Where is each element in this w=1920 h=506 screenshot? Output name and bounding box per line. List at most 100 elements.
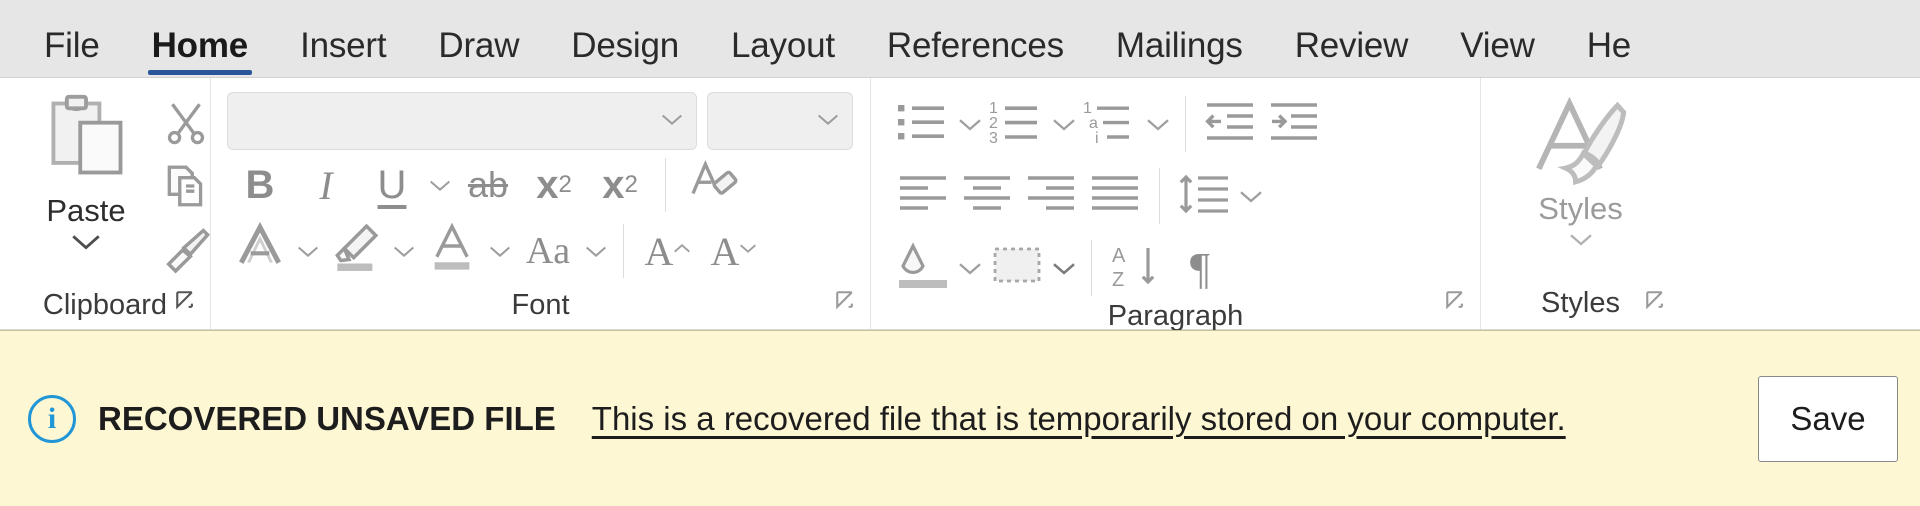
underline-button[interactable]: U <box>359 154 425 216</box>
clipboard-paste-icon <box>40 92 132 189</box>
dialog-launcher-icon[interactable] <box>1444 289 1470 315</box>
numbering-button[interactable]: 1 2 3 <box>985 92 1049 156</box>
dialog-launcher-icon[interactable] <box>174 289 200 315</box>
tab-file[interactable]: File <box>18 28 126 77</box>
tab-mailings[interactable]: Mailings <box>1090 28 1269 77</box>
bullet-list-icon <box>896 99 950 150</box>
font-group-label: Font <box>511 289 570 321</box>
highlighter-icon <box>328 218 384 284</box>
dialog-launcher-icon[interactable] <box>1644 289 1670 315</box>
styles-button[interactable]: Styles <box>1491 92 1670 254</box>
save-button[interactable]: Save <box>1758 375 1898 462</box>
pilcrow-icon: ¶ <box>1190 243 1210 293</box>
divider <box>1091 240 1092 296</box>
subscript-index: 2 <box>558 171 572 198</box>
text-highlight-color-button[interactable] <box>323 220 389 282</box>
justify-icon <box>1088 172 1142 221</box>
bullets-button[interactable] <box>891 92 955 156</box>
copy-button[interactable] <box>161 161 211 216</box>
tab-design[interactable]: Design <box>545 28 705 77</box>
subscript-button[interactable]: x2 <box>521 154 587 216</box>
grow-font-label: A <box>644 228 674 274</box>
chevron-down-icon[interactable] <box>425 168 455 202</box>
clear-formatting-button[interactable] <box>678 154 744 216</box>
chevron-down-icon[interactable] <box>581 234 611 268</box>
ribbon-tab-strip: File Home Insert Draw Design Layout Refe… <box>0 0 1920 78</box>
ribbon: Paste Clipboard B I U ab x 2 x 2 Aa A A … <box>0 78 1920 332</box>
tab-layout[interactable]: Layout <box>705 28 861 77</box>
svg-text:3: 3 <box>989 130 998 145</box>
shading-button[interactable] <box>891 236 955 300</box>
tab-review[interactable]: Review <box>1269 28 1435 77</box>
ribbon-group-styles: Styles Styles <box>1480 78 1680 329</box>
shrink-font-label: A <box>710 228 740 274</box>
strikethrough-button[interactable]: ab <box>455 154 521 216</box>
change-case-button[interactable]: Aa <box>515 220 581 282</box>
align-center-icon <box>960 172 1014 221</box>
chevron-down-icon[interactable] <box>485 234 515 268</box>
notification-title: RECOVERED UNSAVED FILE <box>98 399 556 437</box>
chevron-down-icon[interactable] <box>814 110 842 133</box>
sort-az-icon: A Z <box>1108 242 1164 295</box>
chevron-down-icon[interactable] <box>69 231 103 258</box>
borders-icon <box>989 243 1045 294</box>
italic-button[interactable]: I <box>293 154 359 216</box>
svg-text:Z: Z <box>1112 269 1124 290</box>
align-left-button[interactable] <box>891 164 955 228</box>
chevron-down-icon[interactable] <box>1049 107 1079 141</box>
chevron-down-icon[interactable] <box>1143 107 1173 141</box>
format-painter-button[interactable] <box>160 224 212 281</box>
tab-draw[interactable]: Draw <box>412 28 545 77</box>
bold-button[interactable]: B <box>227 154 293 216</box>
font-color-button[interactable] <box>419 220 485 282</box>
grow-font-button[interactable]: A <box>636 220 702 282</box>
superscript-button[interactable]: x2 <box>587 154 653 216</box>
justify-button[interactable] <box>1083 164 1147 228</box>
paragraph-group-label: Paragraph <box>1107 300 1244 332</box>
chevron-down-icon[interactable] <box>955 107 985 141</box>
tab-view[interactable]: View <box>1434 28 1560 77</box>
increase-indent-button[interactable] <box>1262 92 1326 156</box>
sort-button[interactable]: A Z <box>1104 236 1168 300</box>
chevron-down-icon[interactable] <box>1049 251 1079 285</box>
paste-button[interactable]: Paste <box>26 92 146 281</box>
tab-home[interactable]: Home <box>126 28 274 77</box>
svg-text:A: A <box>1112 245 1126 267</box>
align-left-icon <box>896 172 950 221</box>
shading-icon <box>895 241 951 295</box>
tab-references[interactable]: References <box>861 28 1090 77</box>
align-center-button[interactable] <box>955 164 1019 228</box>
chevron-down-icon[interactable] <box>955 251 985 285</box>
dialog-launcher-icon[interactable] <box>834 289 860 315</box>
cut-button[interactable] <box>161 98 211 153</box>
chevron-down-icon[interactable] <box>658 110 686 133</box>
tab-help[interactable]: He <box>1561 28 1632 77</box>
scissors-icon <box>161 98 211 153</box>
multilevel-list-button[interactable]: 1 a i <box>1079 92 1143 156</box>
paste-label: Paste <box>46 193 126 228</box>
font-size-input[interactable] <box>707 92 853 150</box>
line-spacing-button[interactable] <box>1172 164 1236 228</box>
numbered-list-icon: 1 2 3 <box>989 99 1045 150</box>
show-formatting-marks-button[interactable]: ¶ <box>1168 236 1232 300</box>
decrease-indent-button[interactable] <box>1198 92 1262 156</box>
tab-insert[interactable]: Insert <box>274 28 412 77</box>
chevron-down-icon[interactable] <box>1566 229 1596 254</box>
notification-message-link[interactable]: This is a recovered file that is tempora… <box>592 400 1566 438</box>
text-effects-button[interactable] <box>227 220 293 282</box>
styles-brush-icon <box>1531 92 1631 193</box>
font-color-icon <box>426 220 478 282</box>
ribbon-group-font: B I U ab x2 x2 Aa A A Font <box>210 78 870 329</box>
chevron-down-icon[interactable] <box>293 234 323 268</box>
clear-formatting-icon <box>684 153 738 217</box>
subscript-base: x <box>536 162 559 207</box>
align-right-button[interactable] <box>1019 164 1083 228</box>
chevron-down-icon[interactable] <box>1236 179 1266 213</box>
ribbon-group-paragraph: 1 2 3 1 a i A Z ¶ Paragraph <box>870 78 1480 332</box>
copy-icon <box>161 161 211 216</box>
decrease-indent-icon <box>1203 99 1257 150</box>
chevron-down-icon[interactable] <box>389 234 419 268</box>
shrink-font-button[interactable]: A <box>702 220 768 282</box>
borders-button[interactable] <box>985 236 1049 300</box>
font-name-input[interactable] <box>227 92 697 150</box>
